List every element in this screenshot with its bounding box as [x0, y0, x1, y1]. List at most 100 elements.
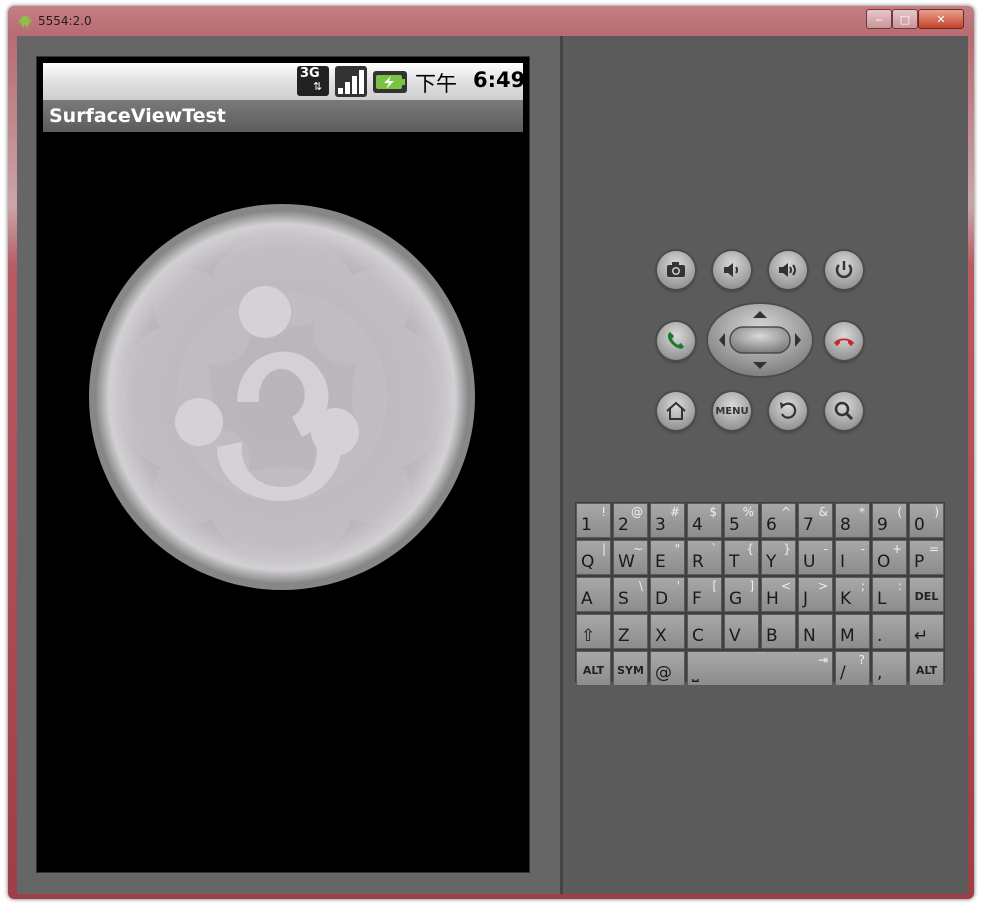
key[interactable]: C — [687, 614, 722, 649]
device-screen[interactable]: 3G ⇅ 下午 6:49 SurfaceViewTest — [36, 56, 530, 873]
key-alt-label: - — [823, 542, 828, 556]
key[interactable]: Z — [613, 614, 648, 649]
volume-up-button[interactable] — [769, 251, 807, 289]
key-alt-label: ] — [749, 579, 754, 593]
back-button[interactable] — [769, 392, 807, 430]
key[interactable]: 7 & — [798, 503, 833, 538]
key[interactable]: B — [761, 614, 796, 649]
key[interactable]: L: — [872, 577, 907, 612]
key-label: X — [655, 626, 667, 646]
key-alt-label: { — [746, 542, 754, 556]
maximize-button[interactable]: □ — [892, 9, 918, 29]
key-alt-label: + — [891, 542, 902, 556]
key[interactable]: E " — [650, 540, 685, 575]
key-label: 9 — [877, 515, 888, 535]
key-shift[interactable]: ⇧ — [576, 614, 611, 649]
key[interactable]: D ' — [650, 577, 685, 612]
key-label: A — [581, 589, 593, 609]
key[interactable]: Q | — [576, 540, 611, 575]
call-button[interactable] — [657, 322, 695, 360]
key[interactable]: T{ — [724, 540, 759, 575]
key[interactable]: J > — [798, 577, 833, 612]
key[interactable]: . — [872, 614, 907, 649]
network-3g-icon: 3G ⇅ — [297, 66, 329, 96]
surface-view-canvas[interactable] — [87, 202, 477, 592]
key[interactable]: 3 # — [650, 503, 685, 538]
key-space[interactable]: ⎵ ⇥ — [687, 651, 833, 686]
key-label: E — [655, 552, 666, 572]
power-icon — [835, 261, 853, 279]
key-label: Y — [766, 552, 777, 572]
key[interactable]: X — [650, 614, 685, 649]
key-label: V — [729, 626, 741, 646]
key[interactable]: O + — [872, 540, 907, 575]
camera-button[interactable] — [657, 251, 695, 289]
key-alt-label: [ — [712, 579, 717, 593]
key[interactable]: H < — [761, 577, 796, 612]
key[interactable]: N — [798, 614, 833, 649]
key[interactable]: V — [724, 614, 759, 649]
clock-prefix: 下午 — [415, 72, 457, 96]
key[interactable]: K; — [835, 577, 870, 612]
close-button[interactable]: ✕ — [918, 9, 964, 29]
end-call-button[interactable] — [825, 322, 863, 360]
key[interactable]: 1! — [576, 503, 611, 538]
key-label: 4 — [692, 515, 703, 535]
key-alt-label: @ — [631, 505, 643, 519]
key[interactable]: 8 * — [835, 503, 870, 538]
key-label: / — [840, 663, 846, 683]
key[interactable]: U- — [798, 540, 833, 575]
key-del[interactable]: DEL — [909, 577, 944, 612]
maximize-icon: □ — [899, 12, 911, 26]
app-titlebar: SurfaceViewTest — [43, 100, 523, 132]
key[interactable]: /? — [835, 651, 870, 686]
key[interactable]: 2 @ — [613, 503, 648, 538]
dpad-center-button — [729, 326, 791, 354]
key[interactable]: S \ — [613, 577, 648, 612]
key[interactable]: @ — [650, 651, 685, 686]
emulator-window: 5554:2.0 ‒ □ ✕ 3G ⇅ 下午 6:49 SurfaceViewT… — [8, 6, 974, 899]
key[interactable]: R ` — [687, 540, 722, 575]
key-label: 8 — [840, 515, 851, 535]
key-label: R — [692, 552, 704, 572]
home-icon — [666, 401, 686, 420]
key-alt-label: | — [601, 542, 606, 556]
minimize-button[interactable]: ‒ — [866, 9, 892, 29]
key[interactable]: A — [576, 577, 611, 612]
key[interactable]: Y} — [761, 540, 796, 575]
key-label: Q — [581, 552, 595, 572]
dpad[interactable] — [706, 302, 814, 378]
end-call-icon — [834, 338, 854, 346]
key-alt[interactable]: ALT — [576, 651, 611, 686]
key[interactable]: , — [872, 651, 907, 686]
key[interactable]: W ~ — [613, 540, 648, 575]
key[interactable]: P = — [909, 540, 944, 575]
key-alt[interactable]: ALT — [909, 651, 944, 686]
key-alt-label: \ — [638, 579, 643, 593]
window-titlebar[interactable]: 5554:2.0 ‒ □ ✕ — [8, 6, 974, 36]
menu-button[interactable]: MENU — [713, 392, 751, 430]
minimize-icon: ‒ — [875, 12, 883, 26]
key-alt-label: # — [669, 505, 680, 519]
home-button[interactable] — [657, 392, 695, 430]
key[interactable]: G] — [724, 577, 759, 612]
key-label: C — [692, 626, 704, 646]
key[interactable]: I- — [835, 540, 870, 575]
key[interactable]: 0) — [909, 503, 944, 538]
key[interactable]: 6 ^ — [761, 503, 796, 538]
key-alt-label: ) — [934, 505, 939, 519]
key-enter[interactable]: ↵ — [909, 614, 944, 649]
search-button[interactable] — [825, 392, 863, 430]
volume-down-button[interactable] — [713, 251, 751, 289]
key-alt-label: : — [897, 579, 902, 593]
key[interactable]: 9( — [872, 503, 907, 538]
key-label: U — [803, 552, 816, 572]
window-title: 5554:2.0 — [38, 14, 92, 28]
key[interactable]: 5% — [724, 503, 759, 538]
key[interactable]: 4 $ — [687, 503, 722, 538]
key-sym[interactable]: SYM — [613, 651, 648, 686]
key[interactable]: M — [835, 614, 870, 649]
key[interactable]: F[ — [687, 577, 722, 612]
power-button[interactable] — [825, 251, 863, 289]
key-label: B — [766, 626, 778, 646]
